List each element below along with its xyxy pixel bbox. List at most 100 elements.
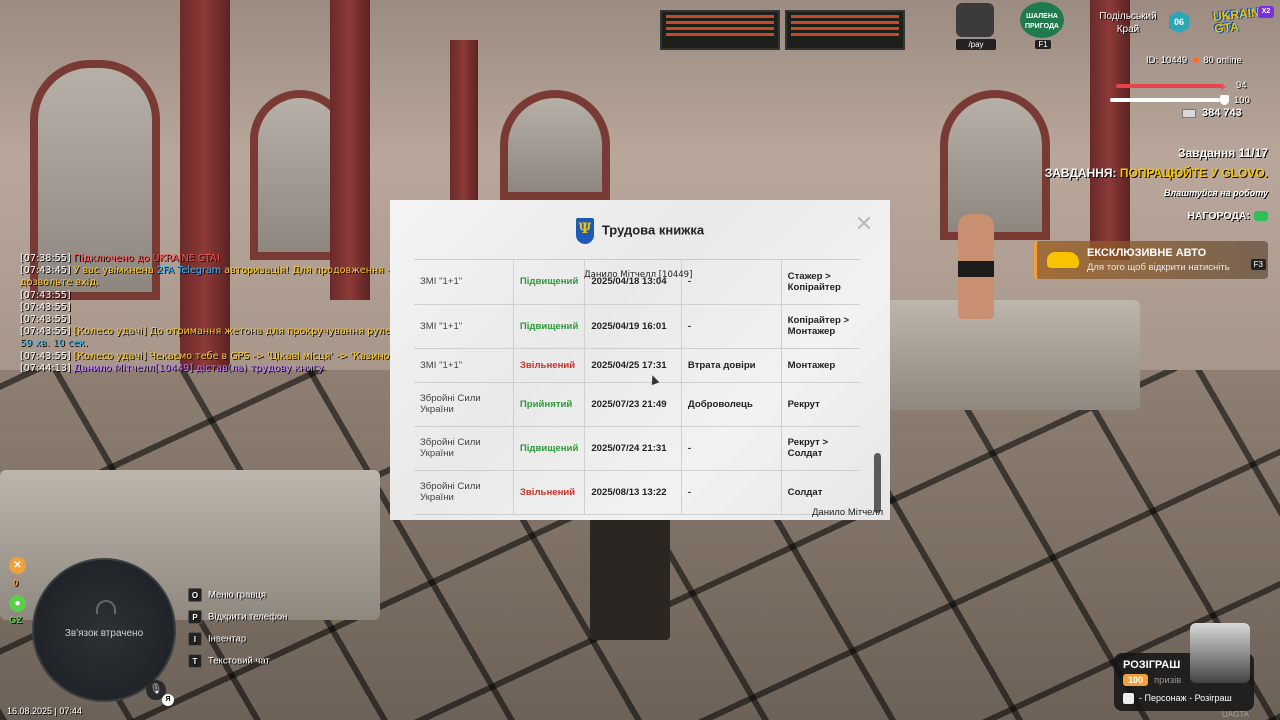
event-key: F1 bbox=[1035, 40, 1051, 49]
online-dot-icon bbox=[1193, 57, 1200, 63]
event-shortcut[interactable]: ШАЛЕНА ПРИГОДА F1 bbox=[1020, 2, 1066, 52]
health-bar bbox=[1116, 84, 1222, 88]
player-id: ID: 10449 bbox=[1146, 55, 1188, 66]
chat-message: Підключено до UKRAINE GTA! bbox=[70, 253, 221, 264]
exclusive-subtitle: Для того щоб відкрити натисніть bbox=[1087, 262, 1230, 273]
armor-bar bbox=[1110, 98, 1220, 102]
cash-icon bbox=[1182, 108, 1196, 118]
chat-message: У вас увімкнена bbox=[70, 265, 157, 277]
org-cell: ЗМІ "1+1" bbox=[414, 348, 514, 383]
window-arch-right bbox=[940, 90, 1050, 240]
hunger-icon: ✕ bbox=[9, 557, 26, 574]
money-value: 384 743 bbox=[1202, 107, 1242, 119]
pay-label: /pay bbox=[956, 39, 996, 50]
hotkey-label: Інвентар bbox=[208, 633, 247, 645]
records-table: ЗМІ "1+1" Підвищений 2025/04/18 13:04- Стаж… bbox=[414, 260, 860, 515]
task-text: ПОПРАЦЮЙТЕ У GLOVO. bbox=[1119, 166, 1268, 180]
departure-board-left bbox=[660, 10, 780, 50]
giveaway-prizes-label: призів bbox=[1154, 675, 1182, 686]
org-cell: Збройні Сили України bbox=[414, 470, 514, 515]
records-table-container[interactable]: ЗМІ "1+1" Підвищений 2025/04/18 13:04- Стаж… bbox=[414, 260, 860, 518]
region-name: Подільський Край bbox=[1099, 11, 1157, 35]
heart-icon: + bbox=[1219, 80, 1227, 94]
action-cell: Підвищений bbox=[513, 304, 586, 349]
org-cell: ЗМІ "1+1" bbox=[414, 304, 514, 349]
reward-label: НАГОРОДА: bbox=[1187, 210, 1250, 222]
table-scrollbar[interactable] bbox=[874, 453, 881, 513]
date-cell: 2025/04/25 17:31 bbox=[584, 348, 682, 383]
org-cell: Збройні Сили України bbox=[414, 426, 514, 471]
cash-reward-icon bbox=[1254, 211, 1268, 222]
player-character bbox=[590, 510, 670, 640]
chat-time: [07:38:55] bbox=[20, 253, 71, 264]
chat-time: [07:44:13] bbox=[20, 362, 71, 374]
reason-cell: - bbox=[681, 426, 782, 471]
table-row: ЗМІ "1+1" Підвищений 2025/04/18 13:04- Стаж… bbox=[414, 260, 860, 305]
rank-cell: Стажер > Копірайтер bbox=[781, 260, 860, 305]
chat-time: [07:43:55] bbox=[20, 326, 71, 338]
table-row: ЗМІ "1+1" Звільнений 2025/04/25 17:31 Втрат… bbox=[414, 348, 860, 383]
menu-key-icon bbox=[1123, 693, 1134, 705]
date-cell: 2025/07/24 21:31 bbox=[584, 426, 682, 471]
action-cell: Підвищений bbox=[513, 260, 586, 305]
table-row: Збройні Сили України Підвищений 2025/07/24… bbox=[414, 426, 860, 471]
date-cell: 2025/04/19 16:01 bbox=[584, 304, 682, 349]
player-nametag-top: Данило Мітчелл [10449] bbox=[584, 270, 693, 280]
table-top-edge bbox=[414, 252, 860, 260]
action-cell: Підвищений bbox=[513, 426, 586, 471]
chat-time: [07:43:55] bbox=[20, 301, 71, 313]
chat-time: [07:43:55] bbox=[20, 289, 71, 301]
date-time: 16.08.2025 | 07:44 bbox=[7, 706, 82, 716]
shield-icon bbox=[1220, 95, 1229, 105]
chat-time: [07:43:55] bbox=[20, 314, 71, 326]
close-icon[interactable]: ✕ bbox=[854, 213, 874, 235]
hotkey-item[interactable]: O Меню гравця bbox=[188, 588, 266, 604]
id-online-line: ID: 10449 80 online bbox=[1146, 55, 1242, 66]
table-row: Збройні Сили України Прийнятий 2025/07/23 … bbox=[414, 382, 860, 427]
exclusive-car-banner[interactable]: ЕКСКЛЮЗИВНЕ АВТО Для того щоб відкрити н… bbox=[1034, 241, 1268, 279]
giveaway-hint-text: - Персонаж - Розіграш bbox=[1139, 693, 1232, 703]
trident-icon bbox=[575, 218, 594, 244]
date-cell: 2025/08/13 13:22 bbox=[584, 470, 682, 515]
task-reward: НАГОРОДА: bbox=[1187, 210, 1268, 222]
rank-cell: Копірайтер > Монтажер bbox=[781, 304, 860, 349]
chat-highlight: 2FA Telegram bbox=[156, 265, 222, 277]
hotkey-key: T bbox=[188, 654, 202, 668]
language-indicator: Я bbox=[162, 694, 174, 706]
rank-cell: Рекрут > Солдат bbox=[781, 426, 860, 471]
hunger-level: 0 bbox=[13, 578, 19, 589]
health-value: 94 bbox=[1236, 80, 1247, 91]
hotkey-key: I bbox=[188, 632, 202, 646]
org-cell: Збройні Сили України bbox=[414, 382, 514, 427]
player-nametag-bottom: Данило Мітчелл bbox=[812, 507, 884, 518]
chat-time: [07:43:45] bbox=[20, 265, 71, 277]
hotkey-item[interactable]: P Відкрити телефон bbox=[188, 610, 287, 626]
hotkey-key: O bbox=[188, 588, 202, 602]
npc-character bbox=[958, 214, 994, 319]
table-row: Збройні Сили України Звільнений 2025/08/13… bbox=[414, 470, 860, 515]
hotkey-item[interactable]: T Текстовий чат bbox=[188, 654, 270, 670]
pillar-right bbox=[1090, 0, 1130, 260]
dialog-title-text: Трудова книжка bbox=[601, 222, 705, 238]
giveaway-hint: - Персонаж - Розіграш bbox=[1123, 693, 1232, 705]
employment-record-dialog: Трудова книжка ✕ ЗМІ "1+1"Підвищений2025… bbox=[390, 200, 890, 520]
hotkey-key: P bbox=[188, 610, 202, 624]
task-line: ЗАВДАННЯ: ПОПРАЦЮЙТЕ У GLOVO. bbox=[1045, 166, 1268, 180]
giveaway-title: РОЗІГРАШ bbox=[1123, 659, 1181, 671]
money-display: 384 743 bbox=[1182, 107, 1242, 119]
exclusive-title: ЕКСКЛЮЗИВНЕ АВТО bbox=[1087, 247, 1207, 259]
giveaway-widget[interactable]: РОЗІГРАШ 100 призів - Персонаж - Розігра… bbox=[1114, 623, 1254, 711]
rank-cell: Монтажер bbox=[781, 348, 860, 383]
chat-time: [07:43:55] bbox=[20, 350, 71, 362]
reason-cell: - bbox=[681, 470, 782, 515]
reason-cell: Втрата довіри bbox=[681, 348, 782, 383]
hotkey-item[interactable]: I Інвентар bbox=[188, 632, 246, 648]
reason-cell: - bbox=[681, 260, 782, 305]
action-cell: Прийнятий bbox=[513, 382, 586, 427]
chat-message: Данило Мітчелл[10449] дістав(ла) трудову… bbox=[70, 362, 324, 374]
chat-message: [Колесо удачі] Чекаємо тебе в GPS -> 'Ці… bbox=[70, 350, 393, 362]
pay-shortcut[interactable]: /pay bbox=[956, 3, 996, 53]
reason-cell: - bbox=[681, 304, 782, 349]
hotkey-label: Меню гравця bbox=[208, 589, 266, 601]
date-cell: 2025/04/18 13:04 bbox=[584, 260, 682, 305]
